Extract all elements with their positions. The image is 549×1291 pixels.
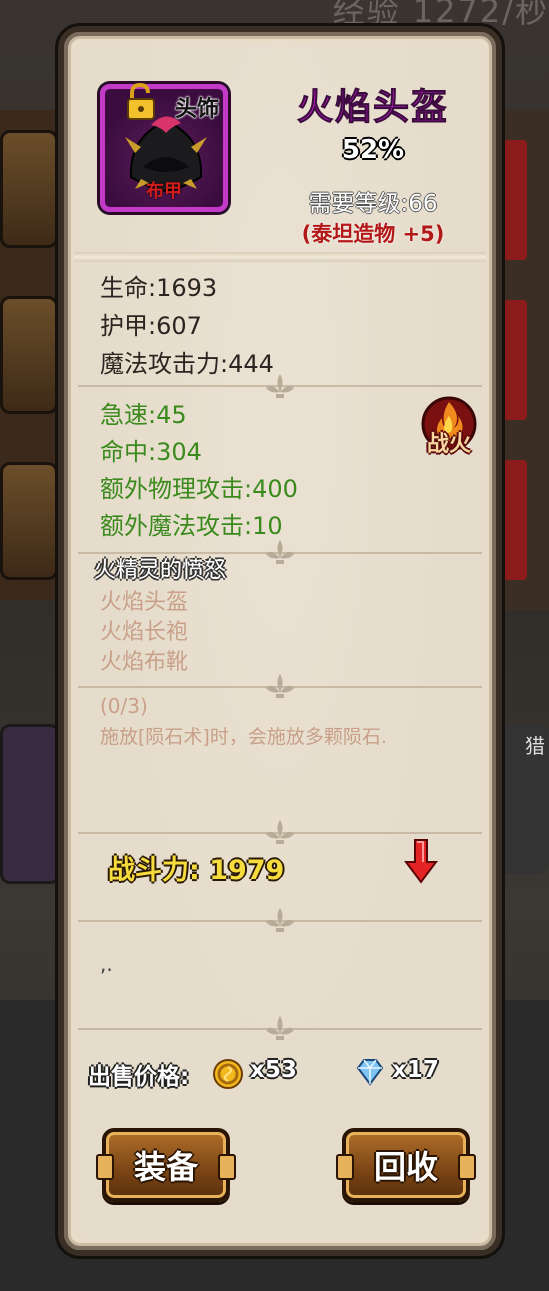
stat-armor: 护甲:607 bbox=[100, 312, 202, 340]
titan-artifact-bonus: (泰坦造物 +5) bbox=[301, 222, 445, 246]
background-red-tab bbox=[499, 300, 527, 420]
set-item: 火焰布靴 bbox=[100, 650, 189, 675]
fleur-de-lis-icon bbox=[266, 374, 294, 398]
item-quality-percent: 52% bbox=[341, 135, 405, 165]
fleur-de-lis-icon bbox=[266, 540, 294, 564]
fleur-de-lis-icon bbox=[266, 908, 294, 932]
gem-price-value: x17 bbox=[392, 1057, 439, 1083]
background-item-tile bbox=[0, 462, 58, 580]
background-item-tile bbox=[0, 296, 58, 414]
stat-magic-attack: 魔法攻击力:444 bbox=[100, 350, 274, 378]
background-title-text: 经验 1272/秒 bbox=[332, 0, 549, 30]
item-icon-frame: 头饰 布甲 bbox=[100, 84, 228, 212]
red-down-arrow-icon bbox=[404, 839, 438, 884]
material-type-label: 布甲 bbox=[146, 181, 182, 202]
recycle-button[interactable]: 回收 bbox=[336, 1128, 476, 1202]
sell-price-label: 出售价格: bbox=[88, 1064, 190, 1090]
background-item-tile bbox=[0, 130, 58, 248]
fleur-de-lis-icon bbox=[266, 1016, 294, 1040]
fleur-de-lis-icon bbox=[266, 820, 294, 844]
warfire-badge-label: 战火 bbox=[426, 432, 471, 457]
background-slot: 猎 bbox=[501, 724, 549, 874]
stat-hit: 命中:304 bbox=[100, 438, 202, 466]
background-slot-label: 猎 bbox=[525, 734, 545, 758]
slot-type-label: 头饰 bbox=[174, 97, 219, 122]
background-red-tab bbox=[499, 460, 527, 580]
stat-extra-physical-attack: 额外物理攻击:400 bbox=[100, 475, 298, 503]
fleur-de-lis-icon bbox=[266, 674, 294, 698]
background-slot bbox=[0, 724, 60, 884]
warfire-badge[interactable]: 战火 bbox=[416, 394, 482, 464]
item-detail-card: 头饰 布甲 火焰头盔 52% 需要等级:66 (泰坦造物 +5) 生命:1693… bbox=[58, 26, 502, 1256]
item-name: 火焰头盔 bbox=[296, 87, 449, 129]
set-progress: (0/3) bbox=[100, 694, 148, 718]
set-item: 火焰头盔 bbox=[100, 590, 189, 615]
combat-power: 战斗力: 1979 bbox=[108, 855, 285, 886]
item-description: ,. bbox=[100, 952, 113, 976]
required-level: 需要等级:66 bbox=[308, 191, 438, 217]
unlocked-padlock-icon[interactable] bbox=[124, 82, 164, 122]
background-right-panel bbox=[494, 110, 549, 610]
background-left-panel bbox=[0, 110, 60, 600]
stat-haste: 急速:45 bbox=[100, 401, 187, 429]
gold-coin-icon bbox=[213, 1059, 243, 1089]
background-red-tab bbox=[499, 140, 527, 260]
set-item: 火焰长袍 bbox=[100, 620, 189, 645]
stat-hp: 生命:1693 bbox=[100, 274, 218, 302]
set-name: 火精灵的愤怒 bbox=[94, 558, 227, 583]
diamond-gem-icon bbox=[356, 1059, 384, 1086]
equip-button[interactable]: 装备 bbox=[96, 1128, 236, 1202]
stat-extra-magic-attack: 额外魔法攻击:10 bbox=[100, 512, 283, 540]
header-divider bbox=[74, 252, 486, 262]
set-bonus-description: 施放[陨石术]时，会施放多颗陨石. bbox=[100, 726, 387, 748]
coin-price-value: x53 bbox=[250, 1057, 297, 1083]
